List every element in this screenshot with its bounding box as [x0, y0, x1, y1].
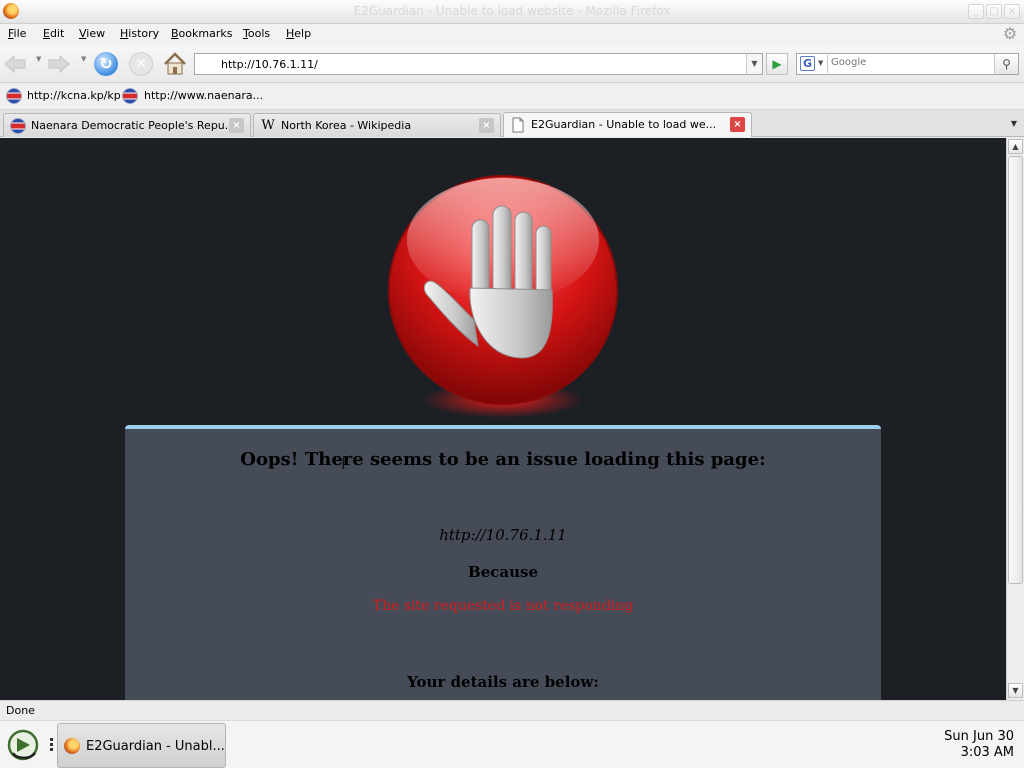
back-button[interactable] [4, 51, 30, 77]
menu-bar: File Edit View History Bookmarks Tools H… [0, 24, 1024, 45]
google-icon: G [800, 56, 815, 71]
tab-e2guardian[interactable]: E2Guardian - Unable to load we... × [503, 112, 752, 137]
search-engine-selector[interactable]: G ▼ [798, 55, 828, 73]
stop-button[interactable]: ✕ [129, 52, 153, 76]
start-menu-icon [7, 729, 39, 761]
minimize-button[interactable]: _ [968, 4, 984, 19]
title-bar: E2Guardian - Unable to load website - Mo… [0, 0, 1024, 24]
menu-view[interactable]: View [79, 27, 105, 40]
scroll-up-button[interactable]: ▲ [1008, 139, 1023, 154]
taskbar: E2Guardian - Unabl... Sun Jun 30 3:03 AM [0, 720, 1024, 768]
tab-list-button[interactable]: ▼ [1006, 114, 1022, 134]
bookmarks-toolbar: http://kcna.kp/kp http://www.naenara... [0, 84, 1024, 110]
stop-hand-icon [388, 175, 618, 418]
url-dropdown-button[interactable]: ▼ [746, 54, 762, 74]
page-icon [510, 117, 526, 133]
go-button[interactable]: ▶ [766, 53, 788, 75]
details-heading: Your details are below: [407, 673, 599, 691]
url-bar[interactable]: http://10.76.1.11/ ▼ [194, 53, 763, 75]
back-history-dropdown[interactable]: ▼ [36, 55, 41, 63]
status-text: Done [6, 704, 35, 717]
scroll-down-button[interactable]: ▼ [1008, 683, 1023, 698]
taskbar-firefox-window[interactable]: E2Guardian - Unabl... [57, 723, 226, 768]
clock-time: 3:03 AM [960, 745, 1014, 760]
navigation-toolbar: ▼ ▼ ↻ ✕ http://10.76.1.11/ ▼ ▶ G ▼ ⚲ [0, 45, 1024, 83]
vertical-scrollbar[interactable]: ▲ ▼ [1006, 138, 1024, 700]
blocked-url: http://10.76.1.11 [439, 526, 567, 544]
bookmark-naenara[interactable]: http://www.naenara... [144, 89, 263, 102]
start-menu-button[interactable] [6, 726, 40, 764]
close-tab-icon[interactable]: × [479, 118, 494, 133]
close-tab-icon[interactable]: × [229, 118, 244, 133]
gear-throbber-icon: ⚙ [1002, 24, 1018, 43]
home-icon [164, 52, 186, 75]
tab-label: Naenara Democratic People's Repu... [31, 119, 236, 132]
status-bar: Done [0, 700, 1024, 720]
taskbar-handle[interactable] [50, 738, 54, 754]
menu-history[interactable]: History [120, 27, 159, 40]
tab-strip: Naenara Democratic People's Repu... × W … [0, 110, 1024, 137]
close-tab-icon[interactable]: × [730, 117, 745, 132]
menu-edit[interactable]: Edit [43, 27, 64, 40]
back-arrow-icon [4, 55, 26, 73]
reload-button[interactable]: ↻ [94, 52, 118, 76]
browser-window: E2Guardian - Unable to load website - Mo… [0, 0, 1024, 720]
text-cursor-icon: I [341, 454, 346, 473]
maximize-button[interactable]: □ [986, 4, 1002, 19]
error-panel: Oops! There seems to be an issue loading… [125, 425, 881, 700]
kp-flag-icon [122, 88, 138, 104]
error-reason: The site requested is not responding [372, 598, 634, 614]
error-heading: Oops! There seems to be an issue loading… [240, 449, 766, 470]
forward-arrow-icon [48, 55, 70, 73]
kp-flag-icon [6, 88, 22, 104]
page-content: Oops! There seems to be an issue loading… [0, 138, 1006, 700]
bookmark-kcna[interactable]: http://kcna.kp/kp [27, 89, 121, 102]
forward-history-dropdown[interactable]: ▼ [81, 55, 86, 63]
clock-date: Sun Jun 30 [944, 729, 1014, 744]
scroll-thumb[interactable] [1008, 156, 1023, 584]
tab-label: North Korea - Wikipedia [281, 119, 412, 132]
menu-bookmarks[interactable]: Bookmarks [171, 27, 232, 40]
chevron-down-icon: ▼ [818, 59, 824, 67]
firefox-icon [64, 738, 80, 754]
search-input[interactable] [831, 57, 991, 68]
wikipedia-icon: W [261, 118, 275, 133]
clock[interactable]: Sun Jun 30 3:03 AM [944, 729, 1014, 761]
tab-wikipedia[interactable]: W North Korea - Wikipedia × [253, 113, 501, 137]
magnifier-icon[interactable]: ⚲ [994, 54, 1018, 74]
kp-flag-icon [10, 118, 26, 134]
tab-naenara[interactable]: Naenara Democratic People's Repu... × [3, 113, 251, 137]
because-label: Because [468, 563, 538, 581]
forward-button[interactable] [48, 51, 74, 77]
tab-label: E2Guardian - Unable to load we... [531, 118, 717, 131]
close-window-button[interactable]: × [1004, 4, 1020, 19]
taskbar-window-label: E2Guardian - Unabl... [86, 739, 225, 754]
url-text[interactable]: http://10.76.1.11/ [221, 58, 318, 71]
home-button[interactable] [163, 51, 187, 77]
search-bar: G ▼ ⚲ [796, 53, 1019, 75]
menu-help[interactable]: Help [286, 27, 311, 40]
menu-file[interactable]: File [8, 27, 26, 40]
menu-tools[interactable]: Tools [243, 27, 270, 40]
window-title: E2Guardian - Unable to load website - Mo… [353, 4, 671, 18]
